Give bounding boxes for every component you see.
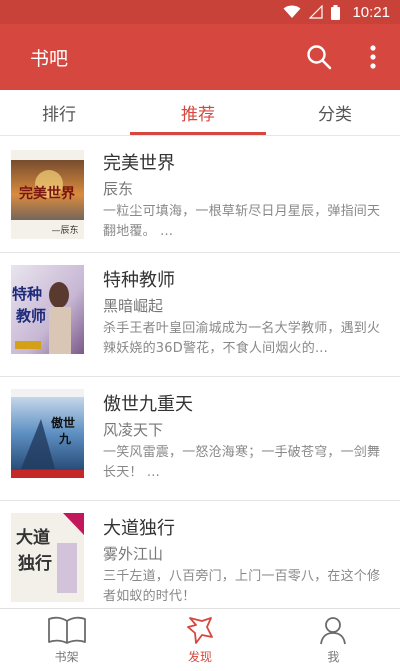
book-author: 风凌天下: [103, 421, 164, 439]
nav-label: 发现: [187, 650, 212, 664]
book-author: 辰东: [103, 180, 134, 198]
nav-label: 我: [327, 650, 340, 664]
status-bar: 10:21: [0, 0, 400, 24]
tab-bar: 排行 推荐 分类: [0, 90, 400, 136]
more-vert-icon: [370, 45, 376, 69]
nav-label: 书架: [54, 650, 79, 664]
svg-text:傲世: 傲世: [51, 415, 75, 430]
tab-category[interactable]: 分类: [266, 90, 400, 135]
book-author: 雾外江山: [103, 545, 164, 563]
list-item[interactable]: 傲世 九 傲世九重天 风凌天下 一笑风雷震，一怒沧海寒；一手破苍穹，一剑舞长天！…: [0, 377, 400, 501]
book-cover[interactable]: 傲世 九: [11, 389, 84, 478]
person-icon: [320, 617, 347, 645]
nav-discover[interactable]: 发现: [133, 609, 266, 671]
book-author: 黑暗崛起: [103, 297, 164, 315]
tab-recommend[interactable]: 推荐: [130, 90, 266, 135]
more-options-button[interactable]: [346, 24, 400, 90]
svg-text:教师: 教师: [15, 307, 46, 325]
svg-text:完美世界: 完美世界: [19, 185, 76, 202]
list-item[interactable]: 特种 教师 特种教师 黑暗崛起 杀手王者叶皇回渝城成为一名大学教师，遇到火辣妖娆…: [0, 253, 400, 377]
book-cover[interactable]: 完美世界 —辰东: [11, 150, 84, 239]
book-description: 一粒尘可填海，一根草斩尽日月星辰，弹指间天翻地覆。 ...: [103, 204, 381, 239]
book-title: 完美世界: [103, 153, 175, 174]
book-cover[interactable]: 特种 教师: [11, 265, 84, 354]
book-cover[interactable]: 大道 独行: [11, 513, 84, 602]
signal-icon: [309, 5, 324, 19]
svg-text:特种: 特种: [12, 285, 42, 303]
battery-icon: [331, 4, 341, 20]
list-item[interactable]: 完美世界 —辰东 完美世界 辰东 一粒尘可填海，一根草斩尽日月星辰，弹指间天翻地…: [0, 136, 400, 253]
book-description: 杀手王者叶皇回渝城成为一名大学教师，遇到火辣妖娆的36D警花，不食人间烟火的..…: [103, 321, 381, 356]
search-icon: [307, 45, 332, 70]
nav-me[interactable]: 我: [267, 609, 400, 671]
nav-bookshelf[interactable]: 书架: [0, 609, 133, 671]
tab-ranking[interactable]: 排行: [0, 90, 130, 135]
svg-text:大道: 大道: [16, 527, 50, 548]
bottom-nav: 书架 发现 我: [0, 608, 400, 671]
book-title: 傲世九重天: [103, 394, 193, 415]
search-button[interactable]: [292, 24, 346, 90]
svg-text:九: 九: [58, 431, 71, 446]
svg-text:—辰东: —辰东: [51, 224, 78, 236]
book-title: 大道独行: [103, 518, 175, 539]
discover-icon: [187, 617, 213, 644]
book-title: 特种教师: [103, 270, 175, 291]
svg-text:独行: 独行: [18, 553, 52, 574]
list-item[interactable]: 大道 独行 大道独行 雾外江山 三千左道，八百旁门，上门一百零八，在这个修者如蚁…: [0, 501, 400, 608]
app-bar: 书吧: [0, 24, 400, 90]
wifi-icon: [283, 5, 301, 18]
page-title: 书吧: [30, 47, 69, 70]
book-description: 一笑风雷震，一怒沧海寒；一手破苍穹，一剑舞长天！ ...: [103, 445, 381, 480]
status-time: 10:21: [352, 3, 390, 21]
book-icon: [47, 616, 86, 644]
book-list: 完美世界 —辰东 完美世界 辰东 一粒尘可填海，一根草斩尽日月星辰，弹指间天翻地…: [0, 136, 400, 608]
book-description: 三千左道，八百旁门，上门一百零八，在这个修者如蚁的时代！: [103, 569, 381, 604]
